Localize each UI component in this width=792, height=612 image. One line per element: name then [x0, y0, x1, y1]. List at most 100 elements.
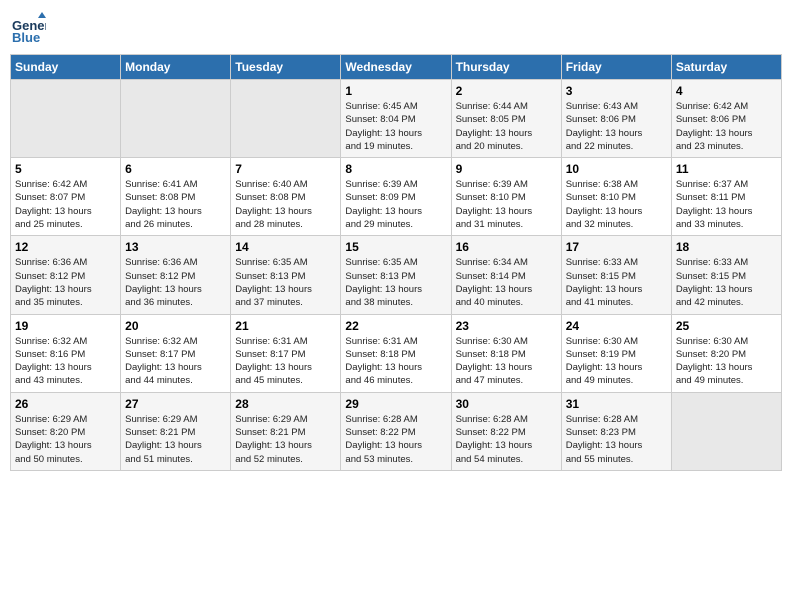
day-info: Sunrise: 6:30 AMSunset: 8:19 PMDaylight:…	[566, 335, 667, 388]
week-row-1: 1 Sunrise: 6:45 AMSunset: 8:04 PMDaylight…	[11, 80, 782, 158]
day-number: 3	[566, 84, 667, 98]
day-info: Sunrise: 6:40 AMSunset: 8:08 PMDaylight:…	[235, 178, 336, 231]
cell-w3-d3: 14 Sunrise: 6:35 AMSunset: 8:13 PMDayligh…	[231, 236, 341, 314]
cell-w3-d2: 13Sunrise: 6:36 AMSunset: 8:12 PMDayligh…	[121, 236, 231, 314]
svg-text:Blue: Blue	[12, 30, 40, 45]
header-friday: Friday	[561, 55, 671, 80]
day-info: Sunrise: 6:32 AMSunset: 8:16 PMDaylight:…	[15, 335, 116, 388]
header-saturday: Saturday	[671, 55, 781, 80]
day-number: 8	[345, 162, 446, 176]
cell-w2-d4: 8 Sunrise: 6:39 AMSunset: 8:09 PMDaylight…	[341, 158, 451, 236]
cell-w4-d1: 19 Sunrise: 6:32 AMSunset: 8:16 PMDayligh…	[11, 314, 121, 392]
day-number: 18	[676, 240, 777, 254]
cell-w4-d7: 25 Sunrise: 6:30 AMSunset: 8:20 PMDayligh…	[671, 314, 781, 392]
day-info: Sunrise: 6:28 AMSunset: 8:23 PMDaylight:…	[566, 413, 667, 466]
cell-w3-d1: 12 Sunrise: 6:36 AMSunset: 8:12 PMDayligh…	[11, 236, 121, 314]
day-number: 19	[15, 319, 116, 333]
cell-w5-d5: 30Sunrise: 6:28 AMSunset: 8:22 PMDayligh…	[451, 392, 561, 470]
day-info: Sunrise: 6:33 AMSunset: 8:15 PMDaylight:…	[566, 256, 667, 309]
day-number: 7	[235, 162, 336, 176]
day-number: 22	[345, 319, 446, 333]
week-row-3: 12 Sunrise: 6:36 AMSunset: 8:12 PMDayligh…	[11, 236, 782, 314]
day-number: 2	[456, 84, 557, 98]
cell-w1-d1	[11, 80, 121, 158]
day-number: 31	[566, 397, 667, 411]
day-info: Sunrise: 6:36 AMSunset: 8:12 PMDaylight:…	[15, 256, 116, 309]
day-number: 21	[235, 319, 336, 333]
day-number: 27	[125, 397, 226, 411]
day-number: 23	[456, 319, 557, 333]
cell-w1-d4: 1 Sunrise: 6:45 AMSunset: 8:04 PMDaylight…	[341, 80, 451, 158]
calendar-table: SundayMondayTuesdayWednesdayThursdayFrid…	[10, 54, 782, 471]
cell-w2-d6: 10 Sunrise: 6:38 AMSunset: 8:10 PMDayligh…	[561, 158, 671, 236]
day-info: Sunrise: 6:35 AMSunset: 8:13 PMDaylight:…	[345, 256, 446, 309]
day-info: Sunrise: 6:28 AMSunset: 8:22 PMDaylight:…	[456, 413, 557, 466]
day-info: Sunrise: 6:31 AMSunset: 8:18 PMDaylight:…	[345, 335, 446, 388]
day-info: Sunrise: 6:39 AMSunset: 8:10 PMDaylight:…	[456, 178, 557, 231]
day-number: 5	[15, 162, 116, 176]
cell-w5-d2: 27 Sunrise: 6:29 AMSunset: 8:21 PMDayligh…	[121, 392, 231, 470]
day-number: 28	[235, 397, 336, 411]
day-info: Sunrise: 6:37 AMSunset: 8:11 PMDaylight:…	[676, 178, 777, 231]
cell-w2-d2: 6 Sunrise: 6:41 AMSunset: 8:08 PMDaylight…	[121, 158, 231, 236]
cell-w5-d4: 29Sunrise: 6:28 AMSunset: 8:22 PMDayligh…	[341, 392, 451, 470]
header-tuesday: Tuesday	[231, 55, 341, 80]
day-info: Sunrise: 6:29 AMSunset: 8:21 PMDaylight:…	[235, 413, 336, 466]
header-row: SundayMondayTuesdayWednesdayThursdayFrid…	[11, 55, 782, 80]
cell-w3-d7: 18Sunrise: 6:33 AMSunset: 8:15 PMDayligh…	[671, 236, 781, 314]
day-number: 9	[456, 162, 557, 176]
logo: General Blue	[10, 10, 50, 46]
day-info: Sunrise: 6:42 AMSunset: 8:07 PMDaylight:…	[15, 178, 116, 231]
day-info: Sunrise: 6:41 AMSunset: 8:08 PMDaylight:…	[125, 178, 226, 231]
week-row-2: 5 Sunrise: 6:42 AMSunset: 8:07 PMDaylight…	[11, 158, 782, 236]
cell-w1-d6: 3 Sunrise: 6:43 AMSunset: 8:06 PMDaylight…	[561, 80, 671, 158]
day-info: Sunrise: 6:31 AMSunset: 8:17 PMDaylight:…	[235, 335, 336, 388]
day-number: 14	[235, 240, 336, 254]
header-monday: Monday	[121, 55, 231, 80]
day-info: Sunrise: 6:30 AMSunset: 8:20 PMDaylight:…	[676, 335, 777, 388]
day-info: Sunrise: 6:30 AMSunset: 8:18 PMDaylight:…	[456, 335, 557, 388]
cell-w1-d7: 4 Sunrise: 6:42 AMSunset: 8:06 PMDaylight…	[671, 80, 781, 158]
page-header: General Blue	[10, 10, 782, 46]
day-number: 13	[125, 240, 226, 254]
cell-w4-d6: 24 Sunrise: 6:30 AMSunset: 8:19 PMDayligh…	[561, 314, 671, 392]
day-number: 17	[566, 240, 667, 254]
day-number: 24	[566, 319, 667, 333]
logo-icon: General Blue	[10, 10, 46, 46]
cell-w4-d3: 21 Sunrise: 6:31 AMSunset: 8:17 PMDayligh…	[231, 314, 341, 392]
day-number: 6	[125, 162, 226, 176]
day-number: 25	[676, 319, 777, 333]
day-number: 15	[345, 240, 446, 254]
day-info: Sunrise: 6:38 AMSunset: 8:10 PMDaylight:…	[566, 178, 667, 231]
header-wednesday: Wednesday	[341, 55, 451, 80]
cell-w5-d3: 28 Sunrise: 6:29 AMSunset: 8:21 PMDayligh…	[231, 392, 341, 470]
day-info: Sunrise: 6:29 AMSunset: 8:21 PMDaylight:…	[125, 413, 226, 466]
cell-w4-d4: 22 Sunrise: 6:31 AMSunset: 8:18 PMDayligh…	[341, 314, 451, 392]
day-number: 4	[676, 84, 777, 98]
cell-w2-d7: 11 Sunrise: 6:37 AMSunset: 8:11 PMDayligh…	[671, 158, 781, 236]
day-number: 10	[566, 162, 667, 176]
header-sunday: Sunday	[11, 55, 121, 80]
day-info: Sunrise: 6:39 AMSunset: 8:09 PMDaylight:…	[345, 178, 446, 231]
cell-w1-d3	[231, 80, 341, 158]
day-info: Sunrise: 6:42 AMSunset: 8:06 PMDaylight:…	[676, 100, 777, 153]
day-info: Sunrise: 6:45 AMSunset: 8:04 PMDaylight:…	[345, 100, 446, 153]
day-number: 11	[676, 162, 777, 176]
day-info: Sunrise: 6:34 AMSunset: 8:14 PMDaylight:…	[456, 256, 557, 309]
day-info: Sunrise: 6:28 AMSunset: 8:22 PMDaylight:…	[345, 413, 446, 466]
cell-w5-d6: 31 Sunrise: 6:28 AMSunset: 8:23 PMDayligh…	[561, 392, 671, 470]
cell-w1-d2	[121, 80, 231, 158]
day-info: Sunrise: 6:32 AMSunset: 8:17 PMDaylight:…	[125, 335, 226, 388]
day-number: 1	[345, 84, 446, 98]
cell-w4-d5: 23 Sunrise: 6:30 AMSunset: 8:18 PMDayligh…	[451, 314, 561, 392]
day-info: Sunrise: 6:35 AMSunset: 8:13 PMDaylight:…	[235, 256, 336, 309]
day-number: 20	[125, 319, 226, 333]
day-info: Sunrise: 6:43 AMSunset: 8:06 PMDaylight:…	[566, 100, 667, 153]
cell-w5-d1: 26Sunrise: 6:29 AMSunset: 8:20 PMDayligh…	[11, 392, 121, 470]
day-info: Sunrise: 6:29 AMSunset: 8:20 PMDaylight:…	[15, 413, 116, 466]
day-number: 12	[15, 240, 116, 254]
day-number: 16	[456, 240, 557, 254]
cell-w1-d5: 2 Sunrise: 6:44 AMSunset: 8:05 PMDaylight…	[451, 80, 561, 158]
cell-w2-d5: 9 Sunrise: 6:39 AMSunset: 8:10 PMDaylight…	[451, 158, 561, 236]
day-info: Sunrise: 6:44 AMSunset: 8:05 PMDaylight:…	[456, 100, 557, 153]
